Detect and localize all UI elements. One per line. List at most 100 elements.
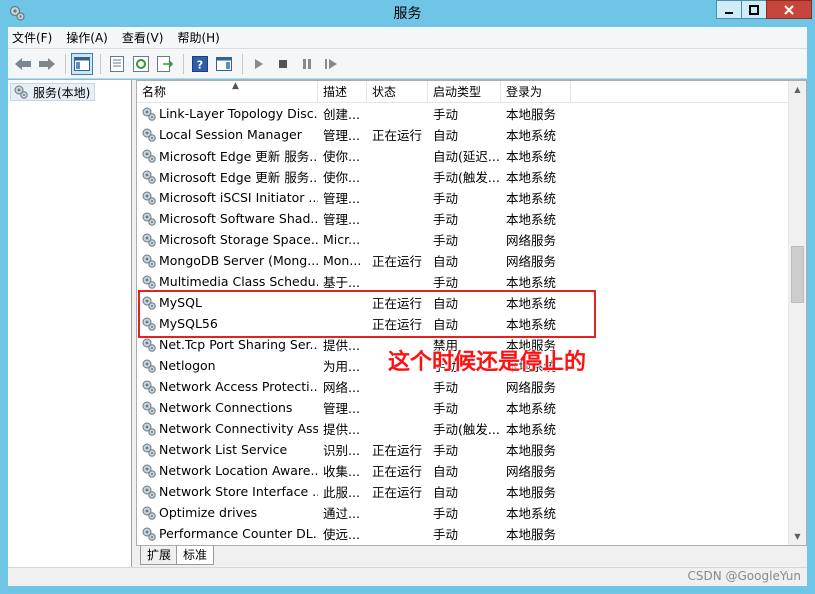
restart-service-button[interactable]	[320, 53, 342, 75]
service-log-on-as: 本地系统	[506, 128, 557, 143]
service-startup-type: 手动	[433, 527, 459, 542]
service-name-cell: Optimize drives	[137, 505, 318, 521]
service-log-on-as: 本地系统	[506, 506, 557, 521]
service-row[interactable]: Microsoft Edge 更新 服务... 使你... 手动(触发... 本地系统	[137, 166, 789, 187]
service-row[interactable]: Performance Counter DL... 使远... 手动 本地服务	[137, 523, 789, 544]
service-log-on-as: 本地服务	[506, 107, 557, 122]
service-name: Network Access Protecti...	[159, 379, 318, 394]
service-status: 正在运行	[372, 464, 423, 479]
service-row[interactable]: Microsoft Software Shad... 管理... 手动 本地系统	[137, 208, 789, 229]
play-icon	[255, 58, 263, 69]
service-row[interactable]: Multimedia Class Schedu... 基于... 手动 本地系统	[137, 271, 789, 292]
service-name-cell: Microsoft Edge 更新 服务...	[137, 146, 318, 165]
view-tabs: 扩展 标准	[136, 546, 807, 567]
back-button[interactable]	[12, 53, 34, 75]
column-header-startup-type[interactable]: 启动类型	[428, 81, 501, 103]
service-description: 管理...	[323, 128, 360, 143]
service-gear-icon	[142, 443, 156, 457]
service-startup-type: 自动	[433, 254, 459, 269]
service-name: Net.Tcp Port Sharing Ser...	[159, 337, 318, 352]
services-window: 服务 文件(F) 操作(A) 查看(V) 帮助(H) ? 服务(本地) 名称 ▲…	[0, 0, 815, 594]
show-console-tree-button[interactable]	[71, 52, 93, 75]
service-log-on-as: 本地系统	[506, 191, 557, 206]
menu-view[interactable]: 查看(V)	[122, 29, 164, 46]
service-description: 管理...	[323, 212, 360, 227]
service-row[interactable]: Microsoft Edge 更新 服务... 使你... 自动(延迟... 本地系统	[137, 145, 789, 166]
service-row[interactable]: Network Connections 管理... 手动 本地系统	[137, 397, 789, 418]
service-gear-icon	[142, 107, 156, 121]
service-row[interactable]: Local Session Manager 管理... 正在运行 自动 本地系统	[137, 124, 789, 145]
service-row[interactable]: Network Access Protecti... 网络... 手动 网络服务	[137, 376, 789, 397]
service-name: Microsoft Software Shad...	[159, 211, 318, 226]
stop-service-button[interactable]	[272, 53, 294, 75]
tab-extended[interactable]: 扩展	[140, 546, 179, 565]
service-row[interactable]: Network Location Aware... 收集... 正在运行 自动 网络服务	[137, 460, 789, 481]
column-header-name[interactable]: 名称 ▲	[137, 81, 318, 103]
scrollbar-thumb[interactable]	[791, 246, 804, 303]
menu-action[interactable]: 操作(A)	[66, 29, 108, 46]
service-name-cell: Microsoft Edge 更新 服务...	[137, 167, 318, 186]
forward-button[interactable]	[36, 53, 58, 75]
service-row[interactable]: Network Store Interface ... 此服... 正在运行 自动 本地…	[137, 481, 789, 502]
service-description: 收集...	[323, 464, 360, 479]
start-service-button[interactable]	[248, 53, 270, 75]
properties-button[interactable]	[106, 53, 128, 75]
service-name: Microsoft Storage Space...	[159, 232, 318, 247]
toolbar-separator	[65, 53, 66, 74]
tab-standard[interactable]: 标准	[176, 546, 215, 565]
service-log-on-as: 网络服务	[506, 233, 557, 248]
show-hide-action-pane-button[interactable]	[213, 53, 235, 75]
window-title: 服务	[393, 6, 422, 22]
service-log-on-as: 本地服务	[506, 527, 557, 542]
service-row[interactable]: Network List Service 识别... 正在运行 手动 本地服务	[137, 439, 789, 460]
service-name-cell: Network Store Interface ...	[137, 484, 318, 500]
menu-file[interactable]: 文件(F)	[12, 29, 52, 46]
refresh-icon	[133, 55, 149, 72]
maximize-icon	[749, 4, 759, 15]
service-startup-type: 自动(延迟...	[433, 149, 500, 164]
service-description: Micr...	[323, 232, 361, 247]
service-description: Mon...	[323, 253, 362, 268]
service-gear-icon	[142, 128, 156, 142]
service-row[interactable]: Microsoft iSCSI Initiator ... 管理... 手动 本地系统	[137, 187, 789, 208]
service-log-on-as: 本地系统	[506, 275, 557, 290]
tree-item-services-local[interactable]: 服务(本地)	[10, 83, 96, 101]
column-header-status[interactable]: 状态	[367, 81, 428, 103]
service-startup-type: 手动	[433, 275, 459, 290]
menu-help[interactable]: 帮助(H)	[177, 29, 219, 46]
service-name-cell: Netlogon	[137, 358, 318, 374]
help-button[interactable]: ?	[189, 53, 211, 75]
service-row[interactable]: MongoDB Server (Mong... Mon... 正在运行 自动 网络服务	[137, 250, 789, 271]
maximize-button[interactable]	[741, 0, 767, 19]
service-row[interactable]: Optimize drives 通过... 手动 本地系统	[137, 502, 789, 523]
service-row[interactable]: Network Connectivity Ass... 提供... 手动(触发...…	[137, 418, 789, 439]
scroll-down-button[interactable]: ▼	[789, 528, 806, 545]
export-list-button[interactable]	[154, 53, 176, 75]
refresh-button[interactable]	[130, 53, 152, 75]
service-startup-type: 自动	[433, 128, 459, 143]
service-startup-type: 手动	[433, 380, 459, 395]
service-name-cell: Network List Service	[137, 442, 318, 458]
service-name: Network List Service	[159, 442, 288, 457]
service-description: 创建...	[323, 107, 360, 122]
close-button[interactable]	[766, 0, 812, 19]
service-name-cell: Microsoft iSCSI Initiator ...	[137, 190, 318, 206]
service-name-cell: Multimedia Class Schedu...	[137, 274, 318, 290]
service-gear-icon	[142, 275, 156, 289]
minimize-button[interactable]	[716, 0, 742, 19]
column-header-description[interactable]: 描述	[318, 81, 367, 103]
vertical-scrollbar[interactable]: ▲ ▼	[788, 81, 806, 545]
service-row[interactable]: Link-Layer Topology Disc... 创建... 手动 本地服务	[137, 103, 789, 124]
service-name: Network Connections	[159, 400, 293, 415]
close-icon	[784, 4, 794, 15]
service-startup-type: 手动	[433, 212, 459, 227]
toolbar-separator	[242, 53, 243, 74]
service-startup-type: 手动(触发...	[433, 170, 500, 185]
toolbar-separator	[183, 53, 184, 74]
service-row[interactable]: Microsoft Storage Space... Micr... 手动 网络服务	[137, 229, 789, 250]
action-pane-icon	[216, 56, 232, 71]
service-log-on-as: 网络服务	[506, 464, 557, 479]
column-header-log-on-as[interactable]: 登录为	[501, 81, 571, 103]
pause-service-button[interactable]	[296, 53, 318, 75]
scroll-up-button[interactable]: ▲	[789, 81, 806, 98]
